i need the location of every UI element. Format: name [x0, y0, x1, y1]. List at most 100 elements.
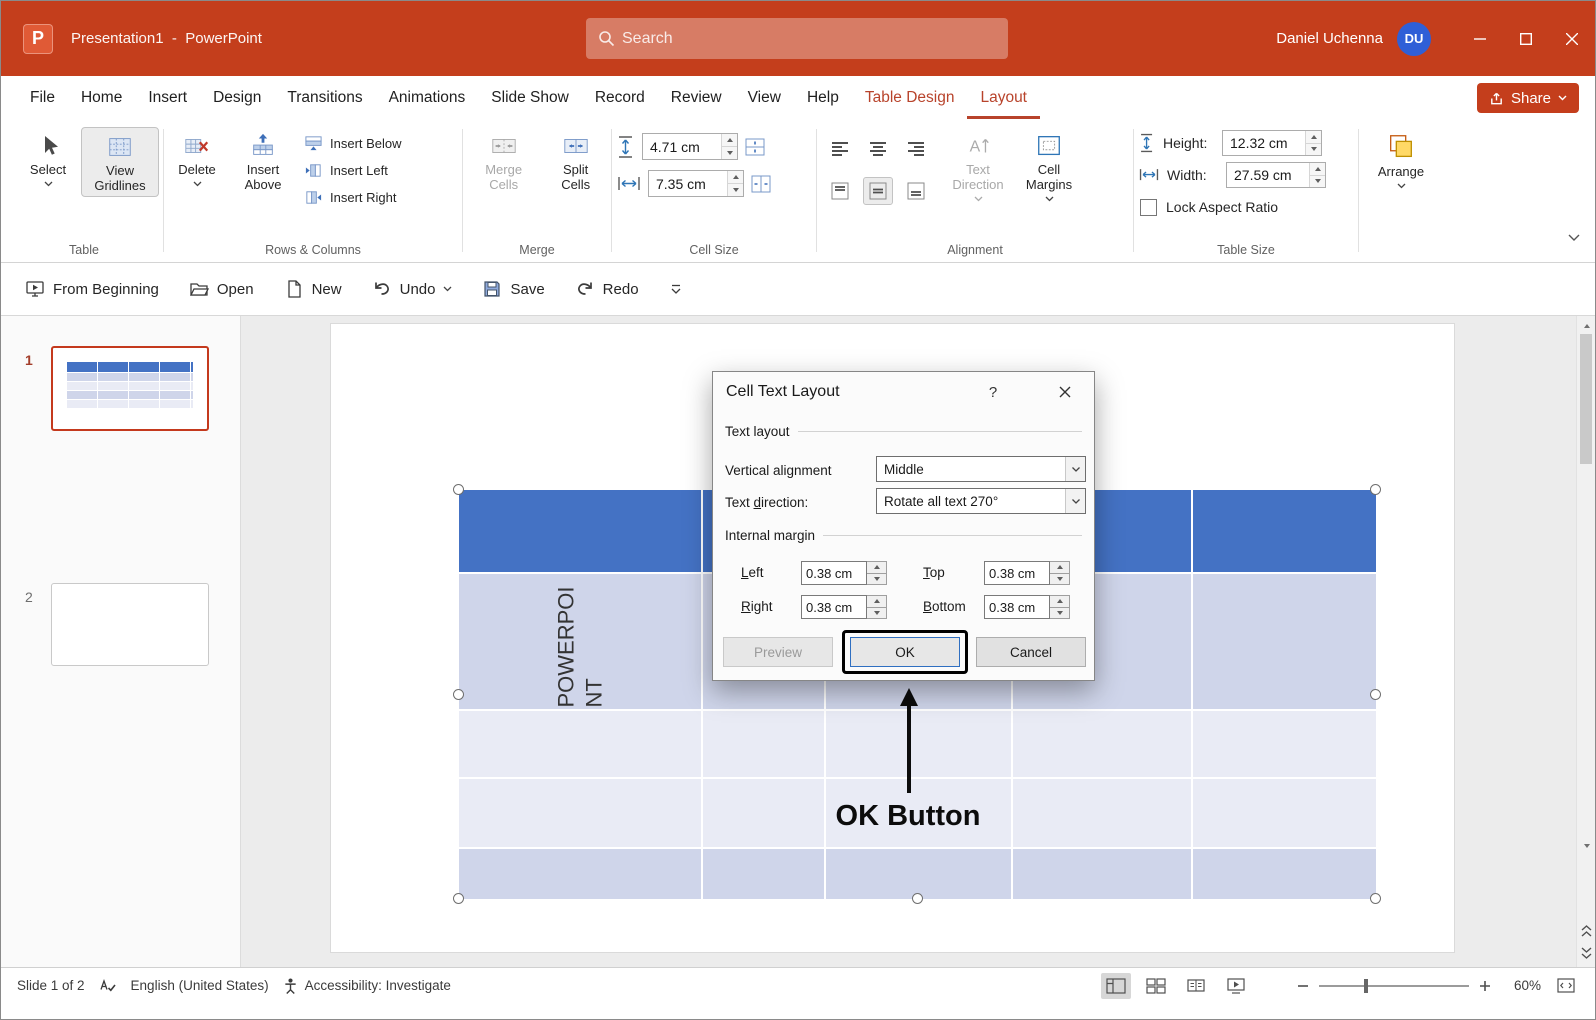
- top-margin-spinner[interactable]: [984, 561, 1070, 585]
- new-button[interactable]: New: [284, 279, 342, 299]
- maximize-button[interactable]: [1503, 1, 1549, 76]
- insert-below-button[interactable]: Insert Below: [300, 131, 410, 156]
- zoom-slider-thumb[interactable]: [1364, 979, 1368, 993]
- cell-height-input[interactable]: [642, 133, 738, 160]
- tab-table-design[interactable]: Table Design: [852, 76, 968, 119]
- zoom-out-icon[interactable]: [1297, 980, 1309, 992]
- table-height-input[interactable]: [1222, 130, 1322, 156]
- tab-layout[interactable]: Layout: [967, 76, 1040, 119]
- insert-right-button[interactable]: Insert Right: [300, 185, 410, 210]
- reading-view-button[interactable]: [1181, 973, 1211, 999]
- dropdown-chevron-icon[interactable]: [1065, 457, 1085, 481]
- tab-insert[interactable]: Insert: [135, 76, 200, 119]
- tab-view[interactable]: View: [735, 76, 794, 119]
- language-indicator[interactable]: English (United States): [131, 978, 269, 993]
- slideshow-view-button[interactable]: [1221, 973, 1251, 999]
- selection-handle-bottom-center[interactable]: [912, 893, 923, 904]
- tab-record[interactable]: Record: [582, 76, 658, 119]
- right-margin-value[interactable]: [801, 595, 867, 619]
- table-cell-rotated-text[interactable]: POWERPOI​NT: [459, 574, 701, 709]
- collapse-ribbon-button[interactable]: [1559, 226, 1589, 250]
- vertical-alignment-dropdown[interactable]: Middle: [876, 456, 1086, 482]
- accessibility-status[interactable]: Accessibility: Investigate: [283, 977, 451, 995]
- lock-aspect-ratio-checkbox[interactable]: [1140, 199, 1157, 216]
- top-margin-down[interactable]: [1050, 574, 1070, 586]
- dialog-help-button[interactable]: ?: [981, 380, 1005, 404]
- previous-slide-button[interactable]: [1577, 923, 1596, 939]
- from-beginning-button[interactable]: From Beginning: [25, 279, 159, 299]
- slide-2-thumbnail[interactable]: [51, 583, 209, 666]
- selection-handle-mid-right[interactable]: [1370, 689, 1381, 700]
- vertical-scrollbar[interactable]: [1576, 316, 1595, 967]
- selection-handle-bottom-left[interactable]: [453, 893, 464, 904]
- minimize-button[interactable]: [1457, 1, 1503, 76]
- align-top-button[interactable]: [825, 177, 855, 205]
- right-margin-spinner[interactable]: [801, 595, 887, 619]
- bottom-margin-up[interactable]: [1050, 595, 1070, 608]
- cell-width-down[interactable]: [727, 183, 743, 196]
- selection-handle-bottom-right[interactable]: [1370, 893, 1381, 904]
- cell-height-down[interactable]: [721, 146, 737, 159]
- align-right-button[interactable]: [901, 135, 931, 163]
- text-direction-dropdown[interactable]: Rotate all text 270°: [876, 488, 1086, 514]
- tab-home[interactable]: Home: [68, 76, 135, 119]
- right-margin-down[interactable]: [867, 608, 887, 620]
- ok-button[interactable]: OK: [850, 637, 960, 667]
- table-width-up[interactable]: [1309, 163, 1325, 175]
- view-gridlines-button[interactable]: View Gridlines: [81, 127, 159, 197]
- cell-height-up[interactable]: [721, 134, 737, 146]
- cell-margins-button[interactable]: Cell Margins: [1015, 127, 1083, 204]
- table-height-down[interactable]: [1305, 143, 1321, 156]
- selection-handle-top-right[interactable]: [1370, 484, 1381, 495]
- save-button[interactable]: Save: [482, 279, 544, 299]
- slide-1-thumbnail[interactable]: [51, 346, 209, 431]
- dropdown-chevron-icon[interactable]: [1065, 489, 1085, 513]
- undo-button[interactable]: Undo: [372, 279, 453, 299]
- top-margin-up[interactable]: [1050, 561, 1070, 574]
- cell-width-input[interactable]: [648, 170, 744, 197]
- selection-handle-mid-left[interactable]: [453, 689, 464, 700]
- delete-button[interactable]: Delete: [168, 127, 226, 189]
- insert-above-button[interactable]: Insert Above: [232, 127, 294, 195]
- tab-animations[interactable]: Animations: [376, 76, 479, 119]
- avatar[interactable]: DU: [1397, 22, 1431, 56]
- center-vertically-button[interactable]: [863, 177, 893, 205]
- align-left-button[interactable]: [825, 135, 855, 163]
- right-margin-up[interactable]: [867, 595, 887, 608]
- search-box[interactable]: Search: [586, 18, 1008, 59]
- dialog-close-button[interactable]: [1049, 380, 1081, 404]
- table-height-up[interactable]: [1305, 131, 1321, 143]
- tab-transitions[interactable]: Transitions: [274, 76, 375, 119]
- zoom-slider[interactable]: [1319, 985, 1469, 987]
- tab-review[interactable]: Review: [658, 76, 735, 119]
- slide-indicator[interactable]: Slide 1 of 2: [17, 978, 85, 993]
- scroll-down-icon[interactable]: [1577, 838, 1596, 854]
- redo-button[interactable]: Redo: [575, 279, 639, 299]
- scroll-up-icon[interactable]: [1577, 318, 1596, 334]
- slide-sorter-view-button[interactable]: [1141, 973, 1171, 999]
- tab-design[interactable]: Design: [200, 76, 274, 119]
- split-cells-button[interactable]: Split Cells: [544, 127, 607, 195]
- zoom-in-icon[interactable]: [1479, 980, 1491, 992]
- table-width-down[interactable]: [1309, 175, 1325, 188]
- arrange-button[interactable]: Arrange: [1372, 127, 1430, 191]
- share-button[interactable]: Share: [1477, 83, 1579, 113]
- tab-help[interactable]: Help: [794, 76, 852, 119]
- customize-qat-button[interactable]: [669, 282, 683, 296]
- table-width-input[interactable]: [1226, 162, 1326, 188]
- align-center-button[interactable]: [863, 135, 893, 163]
- table-row[interactable]: [459, 849, 1376, 899]
- select-button[interactable]: Select: [19, 127, 77, 189]
- scrollbar-thumb[interactable]: [1580, 334, 1592, 464]
- fit-slide-to-window-button[interactable]: [1551, 973, 1581, 999]
- normal-view-button[interactable]: [1101, 973, 1131, 999]
- powerpoint-app-icon[interactable]: P: [23, 24, 53, 54]
- next-slide-button[interactable]: [1577, 945, 1596, 961]
- align-bottom-button[interactable]: [901, 177, 931, 205]
- cancel-button[interactable]: Cancel: [976, 637, 1086, 667]
- open-button[interactable]: Open: [189, 279, 254, 299]
- top-margin-value[interactable]: [984, 561, 1050, 585]
- spellcheck-icon[interactable]: [99, 977, 117, 995]
- selection-handle-top-left[interactable]: [453, 484, 464, 495]
- bottom-margin-value[interactable]: [984, 595, 1050, 619]
